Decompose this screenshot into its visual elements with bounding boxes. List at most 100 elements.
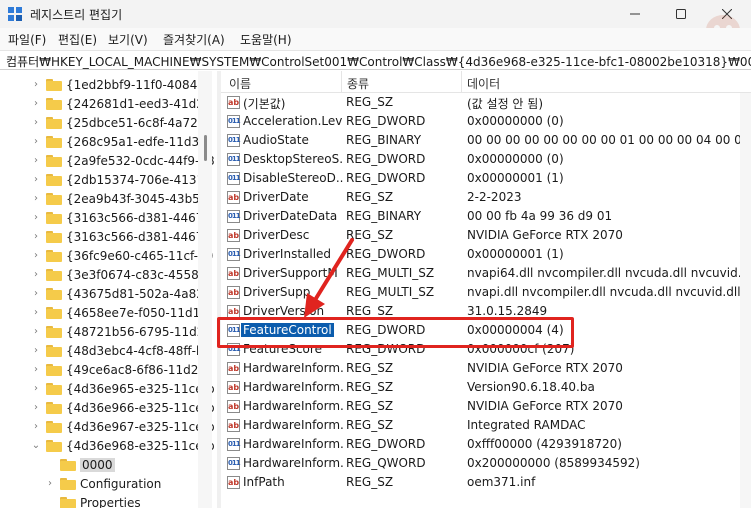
value-name: DriverInstalled <box>243 247 332 261</box>
value-row[interactable]: 011 DisableStereoD... REG_DWORD 0x00000001 … <box>221 169 751 188</box>
column-divider[interactable] <box>341 71 342 93</box>
chevron-right-icon[interactable]: › <box>30 269 42 281</box>
tree-item[interactable]: › {36fc9e60-c465-11cf-80 <box>30 246 213 265</box>
menu-view[interactable]: 보기(V) <box>108 31 148 48</box>
value-row[interactable]: ab DriverDate REG_SZ 2-2-2023 <box>221 188 751 207</box>
tree-item[interactable]: › {1ed2bbf9-11f0-4084-b <box>30 75 209 94</box>
column-header-name[interactable]: 이름 <box>229 75 251 92</box>
value-row[interactable]: ab DriverDesc REG_SZ NVIDIA GeForce RTX 207… <box>221 226 751 245</box>
value-row[interactable]: 011 AudioState REG_BINARY 00 00 00 00 00 00… <box>221 131 751 150</box>
tree-item[interactable]: › {4658ee7e-f050-11d1-b <box>30 303 212 322</box>
menu-edit[interactable]: 편집(E) <box>58 31 97 48</box>
chevron-right-icon[interactable]: › <box>30 288 42 300</box>
list-scrollbar[interactable] <box>740 93 751 508</box>
tree-item[interactable]: › {2a9fe532-0cdc-44f9-98 <box>30 151 215 170</box>
value-row[interactable]: ab HardwareInform... REG_SZ Integrated RAMD… <box>221 416 751 435</box>
value-row[interactable]: 011 FeatureScore REG_DWORD 0x000000cf (207) <box>221 340 751 359</box>
window-title: 레지스트리 편집기 <box>30 8 123 22</box>
value-name: HardwareInform... <box>243 361 343 375</box>
value-row[interactable]: ab InfPath REG_SZ oem371.inf <box>221 473 751 492</box>
value-row[interactable]: 011 DesktopStereoS... REG_DWORD 0x00000000 … <box>221 150 751 169</box>
chevron-right-icon[interactable]: › <box>44 478 56 490</box>
chevron-right-icon[interactable] <box>44 497 56 508</box>
tree-item[interactable]: › {48d3ebc4-4cf8-48ff-b8 <box>30 341 211 360</box>
maximize-icon <box>676 9 686 19</box>
value-row[interactable]: ab HardwareInform... REG_SZ NVIDIA GeForce … <box>221 397 751 416</box>
chevron-right-icon[interactable]: › <box>30 364 42 376</box>
tree-scrollbar-thumb[interactable] <box>204 135 207 161</box>
tree-item[interactable]: › {4d36e967-e325-11ce-b <box>30 417 215 436</box>
tree-item[interactable]: › {2ea9b43f-3045-43b5-8 <box>30 189 212 208</box>
value-data: NVIDIA GeForce RTX 2070 <box>467 399 623 413</box>
chevron-right-icon[interactable]: › <box>30 231 42 243</box>
tree-item[interactable]: › {4d36e966-e325-11ce-b <box>30 398 215 417</box>
chevron-right-icon[interactable]: › <box>30 402 42 414</box>
chevron-down-icon[interactable]: ⌄ <box>30 440 42 452</box>
address-path[interactable]: 컴퓨터₩HKEY_LOCAL_MACHINE₩SYSTEM₩ControlSet… <box>6 53 751 70</box>
value-row[interactable]: ab DriverSupportM REG_MULTI_SZ nvapi64.dll … <box>221 264 751 283</box>
chevron-right-icon[interactable]: › <box>30 212 42 224</box>
menu-favorites[interactable]: 즐겨찾기(A) <box>163 31 225 48</box>
chevron-right-icon[interactable]: › <box>30 155 42 167</box>
tree-item-selected[interactable]: 0000 <box>44 455 115 474</box>
chevron-right-icon[interactable]: › <box>30 326 42 338</box>
tree-item[interactable]: › {48721b56-6795-11d2- <box>30 322 209 341</box>
chevron-right-icon[interactable]: › <box>30 421 42 433</box>
value-row[interactable]: ab DriverSupp REG_MULTI_SZ nvapi.dll nvcomp… <box>221 283 751 302</box>
chevron-right-icon[interactable]: › <box>30 136 42 148</box>
value-row[interactable]: 011 HardwareInform... REG_DWORD 0xfff00000 … <box>221 435 751 454</box>
value-row[interactable]: 011 DriverInstalled REG_DWORD 0x00000001 (1… <box>221 245 751 264</box>
value-row[interactable]: 011 Acceleration.Level REG_DWORD 0x00000000… <box>221 112 751 131</box>
column-divider[interactable] <box>461 71 462 93</box>
column-header-type[interactable]: 종류 <box>347 75 369 92</box>
chevron-right-icon[interactable]: › <box>30 79 42 91</box>
value-row[interactable]: ab HardwareInform... REG_SZ NVIDIA GeForce … <box>221 359 751 378</box>
value-row[interactable]: ab DriverVersion REG_SZ 31.0.15.2849 <box>221 302 751 321</box>
value-type: REG_BINARY <box>346 133 422 147</box>
tree-item-label: {4d36e965-e325-11ce-b <box>66 381 215 396</box>
value-row[interactable]: 011 DriverDateData REG_BINARY 00 00 fb 4a 9… <box>221 207 751 226</box>
tree-item[interactable]: › {242681d1-eed3-41d2- <box>30 94 208 113</box>
tree-item[interactable]: Properties <box>44 493 141 508</box>
string-value-icon: ab <box>227 191 240 204</box>
menu-file[interactable]: 파일(F) <box>8 31 46 48</box>
tree-item-label: {48d3ebc4-4cf8-48ff-b8 <box>66 343 212 358</box>
minimize-button[interactable] <box>612 0 658 28</box>
tree-item[interactable]: › {49ce6ac8-6f86-11d2-b <box>30 360 210 379</box>
tree-item[interactable]: › {3163c566-d381-4467- <box>30 208 208 227</box>
tree-item[interactable]: ⌄ {4d36e968-e325-11ce-b <box>30 436 215 455</box>
key-tree[interactable]: › {1ed2bbf9-11f0-4084-b › {242681d1-eed3-41… <box>0 71 215 508</box>
value-data: 0x00000000 (0) <box>467 152 564 166</box>
chevron-right-icon[interactable]: › <box>30 345 42 357</box>
chevron-right-icon[interactable]: › <box>30 383 42 395</box>
value-row[interactable]: 011 HardwareInform... REG_QWORD 0x200000000… <box>221 454 751 473</box>
chevron-right-icon[interactable]: › <box>30 117 42 129</box>
tree-item[interactable]: › Configuration <box>44 474 161 493</box>
value-row[interactable]: ab HardwareInform... REG_SZ Version90.6.18.… <box>221 378 751 397</box>
value-data: 0x200000000 (8589934592) <box>467 456 640 470</box>
address-bar[interactable]: 컴퓨터₩HKEY_LOCAL_MACHINE₩SYSTEM₩ControlSet… <box>0 50 751 70</box>
maximize-button[interactable] <box>658 0 704 28</box>
chevron-right-icon[interactable]: › <box>30 174 42 186</box>
menu-help[interactable]: 도움말(H) <box>240 31 292 48</box>
tree-item[interactable]: › {43675d81-502a-4a82- <box>30 284 208 303</box>
chevron-right-icon[interactable] <box>44 459 56 471</box>
tree-item[interactable]: › {268c95a1-edfe-11d3-9 <box>30 132 211 151</box>
value-list[interactable]: 이름 종류 데이터 ab (기본값) REG_SZ (값 설정 안 됨) 011 Acce… <box>221 71 751 508</box>
tree-item[interactable]: › {25dbce51-6c8f-4a72-8 <box>30 113 210 132</box>
folder-icon <box>46 363 62 376</box>
chevron-right-icon[interactable]: › <box>30 193 42 205</box>
chevron-right-icon[interactable]: › <box>30 307 42 319</box>
chevron-right-icon[interactable]: › <box>30 250 42 262</box>
value-row[interactable]: ab (기본값) REG_SZ (값 설정 안 됨) <box>221 93 751 112</box>
tree-item[interactable]: › {3163c566-d381-4467- <box>30 227 208 246</box>
value-row-selected[interactable]: 011 FeatureControl REG_DWORD 0x00000004 (4) <box>221 321 751 340</box>
value-name: FeatureControl <box>240 322 335 338</box>
value-data: 0xfff00000 (4293918720) <box>467 437 622 451</box>
tree-item[interactable]: › {2db15374-706e-4131- <box>30 170 209 189</box>
chevron-right-icon[interactable]: › <box>30 98 42 110</box>
value-name: FeatureScore <box>243 342 322 356</box>
tree-item[interactable]: › {3e3f0674-c83c-4558-b <box>30 265 211 284</box>
column-header-data[interactable]: 데이터 <box>467 75 500 92</box>
tree-item[interactable]: › {4d36e965-e325-11ce-b <box>30 379 215 398</box>
